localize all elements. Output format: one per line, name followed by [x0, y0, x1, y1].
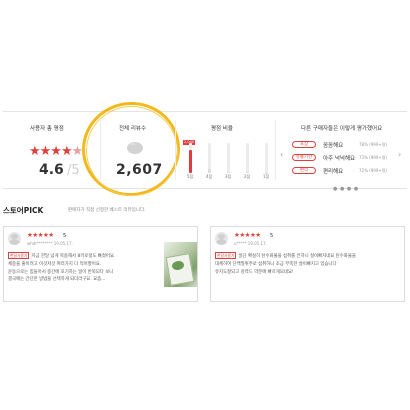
- review-stars: ★★★★★: [27, 231, 54, 239]
- total-title: 전체 리뷰수: [119, 126, 147, 132]
- stars-full: ★★★★: [29, 144, 73, 159]
- review-line-text: 일단 확실히 탄수화물을 섭취를 안하니 살이빠지네요 탄수화물을: [238, 254, 356, 259]
- review-user: whdl******** 19.05.17.: [27, 241, 73, 246]
- evaluation-tag: 편리: [292, 167, 316, 174]
- review-line: 체중을 줄이려고 이것저것 여러가지 다 먹어봤어요.: [8, 261, 102, 267]
- evaluation-tag: 유통기한: [292, 154, 316, 161]
- average-stars: ★★★★★: [29, 144, 84, 159]
- review-text: 한달사용기 일단 확실히 탄수화물을 섭취를 안하니 살이빠지네요 탄수화물을 대…: [215, 252, 403, 276]
- rating-bar-track: [227, 143, 230, 173]
- review-text: 한달사용기 지금 한달 넘게 복용해서 8키로정도 빠졌어요. 체중을 줄이려고 …: [8, 252, 160, 284]
- review-card[interactable]: ★★★★★ 5 u***** 19.05.17. 한달사용기 일단 확실히 탄수화…: [210, 226, 405, 302]
- average-max: /5: [67, 163, 80, 178]
- stars-partial: ★: [71, 144, 84, 159]
- rating-bar-label: 3점: [225, 174, 232, 179]
- review-line: 대체하여 단백질위주로 섭취하니 조금 부족한 살이빠지고 있습니다: [215, 261, 337, 267]
- review-user: u***** 19.05.17.: [234, 241, 267, 246]
- rating-bar-fill: [246, 172, 249, 173]
- divider: [275, 120, 276, 180]
- review-line: 운동으로는 힘들어서 중간에 포기하는 일이 반복되다 보니: [8, 269, 114, 275]
- rating-bar-label: 2점: [244, 174, 251, 179]
- review-line: 한달사용기 일단 확실히 탄수화물을 섭취를 안하니 살이빠지네요 탄수화물을: [215, 252, 403, 261]
- evaluation-percent: 78% (999+명): [359, 142, 387, 147]
- evaluation-value: 아주 넉넉해요: [323, 156, 356, 162]
- avatar: [8, 232, 21, 245]
- review-line: 유지도잘되고 강력드 약분에 빠르게되네요!: [215, 269, 294, 275]
- rating-bar-track: [265, 143, 268, 173]
- review-badge: 한달사용기: [215, 252, 237, 259]
- evaluation-title: 다른 구매자들은 이렇게 평가했어요: [301, 126, 383, 132]
- speech-bubble-dots: ···: [130, 140, 136, 149]
- next-arrow-icon[interactable]: ›: [398, 150, 401, 159]
- rating-title: 사용자 총 평점: [30, 126, 64, 132]
- review-card[interactable]: ★★★★★ 5 whdl******** 19.05.17. 한달사용기 지금 한…: [3, 226, 198, 302]
- evaluation-value: 꼼꼼해요: [323, 143, 344, 149]
- evaluation-tag: 포장: [292, 141, 316, 148]
- average-score: 4.6: [39, 162, 64, 178]
- rating-bar-track: [189, 143, 192, 173]
- review-line: 결국에는 간단한 방법을 선택하게 되더라구요. 요즘...: [8, 277, 106, 283]
- review-score: 5: [63, 233, 67, 239]
- avatar: [215, 232, 228, 245]
- review-badge: 한달사용기: [8, 252, 30, 259]
- review-score: 5: [270, 233, 274, 239]
- rating-bar-fill: [227, 171, 230, 173]
- review-summary: 사용자 총 평점 ★★★★★ 4.6 /5 전체 리뷰수 ··· 2,607 평…: [3, 95, 407, 205]
- store-pick-title: 스토어PICK: [3, 206, 44, 215]
- page-dots[interactable]: ● ● ● ●: [333, 186, 359, 192]
- review-stars: ★★★★★: [234, 231, 261, 239]
- total-review-count: 2,607: [116, 162, 163, 178]
- rating-bar-fill: [208, 168, 211, 173]
- prev-arrow-icon[interactable]: ‹: [280, 150, 283, 159]
- review-line-text: 지금 한달 넘게 복용해서 8키로정도 빠졌어요.: [31, 254, 116, 259]
- review-line: 한달사용기 지금 한달 넘게 복용해서 8키로정도 빠졌어요.: [8, 252, 160, 261]
- rating-bar-track: [208, 143, 211, 173]
- distribution-title: 평점 비율: [211, 126, 233, 132]
- store-pick-subtitle: 판매자가 직접 선정한 베스트 리뷰입니다.: [68, 208, 146, 213]
- rating-bar-label: 5점: [187, 174, 194, 179]
- rating-bar-fill: [189, 149, 192, 173]
- evaluation-percent: 72% (999+명): [359, 168, 387, 173]
- rating-bar-label: 4점: [206, 174, 213, 179]
- evaluation-percent: 73% (999+명): [359, 155, 387, 160]
- rating-bar-track: [246, 143, 249, 173]
- divider: [175, 120, 176, 180]
- evaluation-value: 편리해요: [323, 169, 344, 175]
- rating-bar-label: 1점: [263, 174, 270, 179]
